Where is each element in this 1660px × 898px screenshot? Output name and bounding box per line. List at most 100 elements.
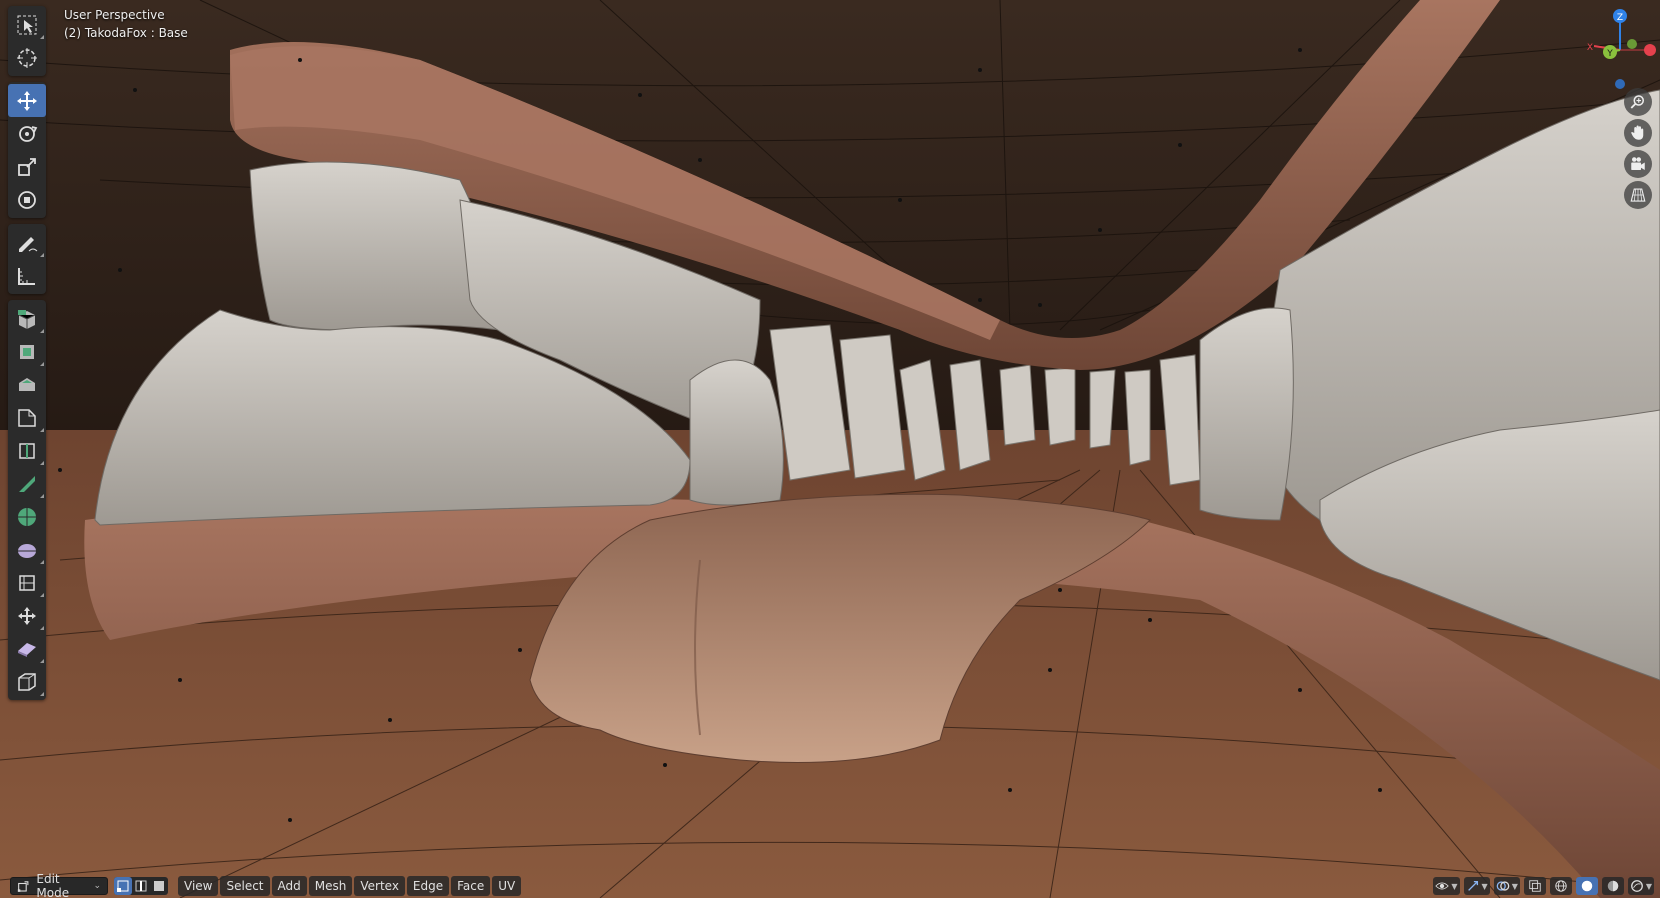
scale-icon <box>18 157 36 176</box>
rip-region-icon <box>18 672 36 691</box>
navigation-buttons <box>1624 88 1652 212</box>
3d-viewport[interactable]: User Perspective (2) TakodaFox : Base Z … <box>0 0 1660 898</box>
perspective-toggle-button[interactable] <box>1624 181 1652 209</box>
add-cube-icon <box>18 309 36 329</box>
loop-cut-icon <box>19 442 35 459</box>
tool-group-select <box>8 6 46 76</box>
chevron-down-icon: ▼ <box>1511 881 1518 891</box>
tool-poly-build[interactable] <box>8 500 46 533</box>
xray-icon <box>1529 880 1541 892</box>
tool-smooth[interactable] <box>8 566 46 599</box>
tool-spin[interactable] <box>8 533 46 566</box>
smooth-icon <box>19 574 35 591</box>
tool-rip-region[interactable] <box>8 665 46 698</box>
zoom-button[interactable] <box>1624 88 1652 116</box>
rendered-sphere-icon <box>1630 880 1643 892</box>
tool-extrude-region[interactable] <box>8 335 46 368</box>
navigation-gizmo[interactable]: Z X Y <box>1570 2 1660 92</box>
cursor-icon <box>17 47 37 68</box>
annotate-icon <box>19 236 38 252</box>
camera-icon <box>1631 157 1645 170</box>
edge-select-button[interactable] <box>132 877 150 895</box>
gizmo-arrows-icon <box>1467 880 1478 891</box>
inset-icon <box>19 377 35 391</box>
tool-add-cube[interactable] <box>8 302 46 335</box>
tool-edge-slide[interactable] <box>8 599 46 632</box>
tool-scale[interactable] <box>8 150 46 183</box>
gizmo-z-label: Z <box>1617 13 1623 23</box>
camera-view-button[interactable] <box>1624 150 1652 178</box>
chevron-down-icon: ▼ <box>1451 881 1458 891</box>
menu-add[interactable]: Add <box>271 876 307 896</box>
edit-mode-icon <box>17 881 29 892</box>
poly-build-icon <box>18 507 36 526</box>
menu-edge[interactable]: Edge <box>406 876 450 896</box>
tool-loop-cut[interactable] <box>8 434 46 467</box>
visibility-button[interactable]: ▼ <box>1433 877 1460 895</box>
tool-cursor[interactable] <box>8 41 46 74</box>
select-mode-group <box>114 877 168 895</box>
move-icon <box>17 90 37 111</box>
shrink-fatten-icon <box>18 642 36 657</box>
xray-toggle-button[interactable] <box>1523 877 1546 895</box>
tool-shelf <box>8 6 46 706</box>
gizmo-x-label: X <box>1587 43 1593 53</box>
overlays-toggle-button[interactable]: ▼ <box>1493 877 1520 895</box>
axis-gizmo-icon: Z X Y <box>1587 9 1656 89</box>
tool-select-box[interactable] <box>8 8 46 41</box>
vertex-select-icon <box>117 880 129 892</box>
object-info: (2) TakodaFox : Base <box>64 26 188 40</box>
menu-view[interactable]: View <box>178 876 219 896</box>
knife-icon <box>19 475 35 492</box>
tool-transform[interactable] <box>8 183 46 216</box>
mode-label: Edit Mode <box>36 872 70 898</box>
face-select-button[interactable] <box>150 877 168 895</box>
tool-bevel[interactable] <box>8 401 46 434</box>
edge-select-icon <box>135 880 147 892</box>
viewport-info: User Perspective (2) TakodaFox : Base <box>64 6 188 42</box>
vertex-select-button[interactable] <box>114 877 132 895</box>
menu-select[interactable]: Select <box>220 876 270 896</box>
zoom-icon <box>1630 95 1644 109</box>
grid-perspective-icon <box>1630 188 1646 202</box>
viewport-header: Edit Mode ⌄ View Select Add Mesh Vertex … <box>0 872 1660 898</box>
spin-icon <box>18 543 36 558</box>
transform-icon <box>18 190 36 209</box>
chevron-down-icon: ▼ <box>1645 881 1652 891</box>
gizmo-toggle-button[interactable]: ▼ <box>1463 877 1490 895</box>
measure-icon <box>18 267 35 285</box>
extrude-icon <box>20 344 34 359</box>
solid-sphere-icon <box>1581 880 1593 892</box>
tool-knife[interactable] <box>8 467 46 500</box>
wireframe-sphere-icon <box>1555 880 1567 892</box>
tool-inset-faces[interactable] <box>8 368 46 401</box>
hand-pan-icon <box>1631 125 1644 140</box>
select-box-icon <box>17 15 37 34</box>
tool-measure[interactable] <box>8 259 46 292</box>
menu-mesh[interactable]: Mesh <box>308 876 353 896</box>
menu-vertex[interactable]: Vertex <box>354 876 405 896</box>
tool-rotate[interactable] <box>8 117 46 150</box>
header-menu: View Select Add Mesh Vertex Edge Face UV <box>178 876 523 896</box>
view-name: User Perspective <box>64 8 165 22</box>
pan-button[interactable] <box>1624 119 1652 147</box>
bevel-icon <box>18 408 36 427</box>
tool-group-mesh <box>8 300 46 700</box>
chevron-down-icon: ▼ <box>1481 881 1488 891</box>
tool-group-annotate <box>8 224 46 294</box>
menu-uv[interactable]: UV <box>492 876 522 896</box>
edge-slide-icon <box>18 606 36 625</box>
tool-shrink-fatten[interactable] <box>8 632 46 665</box>
eye-icon <box>1435 882 1450 890</box>
face-select-icon <box>154 881 164 891</box>
rendered-shading-button[interactable]: ▼ <box>1627 877 1654 895</box>
tool-annotate[interactable] <box>8 226 46 259</box>
tool-move[interactable] <box>8 84 46 117</box>
material-shading-button[interactable] <box>1601 877 1624 895</box>
mouth-scene <box>0 0 1660 898</box>
solid-shading-button[interactable] <box>1575 877 1598 895</box>
gizmo-y-label: Y <box>1606 49 1613 59</box>
menu-face[interactable]: Face <box>451 876 491 896</box>
mode-dropdown[interactable]: Edit Mode ⌄ <box>10 872 108 898</box>
wireframe-shading-button[interactable] <box>1549 877 1572 895</box>
